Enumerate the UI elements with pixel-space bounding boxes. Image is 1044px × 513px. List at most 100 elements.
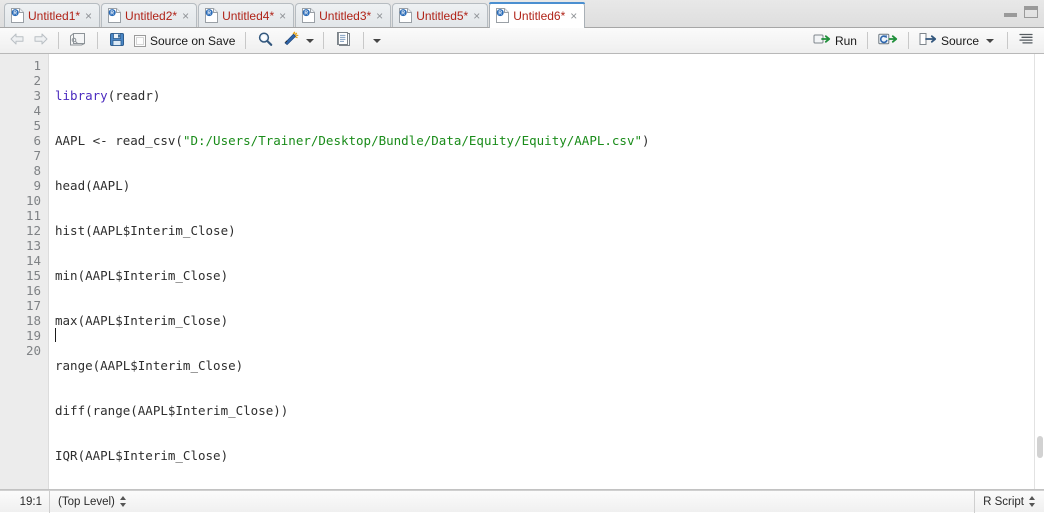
source-on-save-checkbox[interactable]	[134, 34, 146, 47]
editor-tab-bar: R Untitled1* × R Untitled2* × R Untitled…	[0, 0, 1044, 28]
line-number: 15	[25, 268, 41, 283]
scope-up-down-icon[interactable]	[119, 496, 127, 507]
editor-tab-close-icon[interactable]: ×	[376, 10, 383, 22]
document-outline-icon[interactable]	[1014, 32, 1038, 49]
r-script-file-icon: R	[11, 8, 24, 23]
line-number: 16	[25, 283, 41, 298]
svg-text:R: R	[402, 11, 406, 17]
rstudio-source-pane: R Untitled1* × R Untitled2* × R Untitled…	[0, 0, 1044, 513]
code-line-1: library(readr)	[55, 88, 1044, 103]
code-line-4: hist(AAPL$Interim_Close)	[55, 223, 236, 238]
editor-tab-label: Untitled1*	[28, 8, 81, 23]
code-line-6: max(AAPL$Interim_Close)	[55, 313, 229, 328]
source-on-save-label: Source on Save	[150, 33, 236, 48]
code-tools-chevron-down-icon[interactable]	[306, 38, 315, 43]
svg-text:R: R	[499, 11, 503, 17]
line-number: 17	[25, 298, 41, 313]
toolbar-separator	[58, 32, 59, 49]
code-keyword: library	[55, 88, 108, 103]
editor-tab-label: Untitled2*	[125, 8, 178, 23]
source-icon	[919, 32, 937, 49]
toolbar-separator	[866, 32, 868, 49]
svg-text:R: R	[305, 11, 309, 17]
line-number: 13	[25, 238, 41, 253]
code-text-area[interactable]: library(readr) AAPL <- read_csv("D:/User…	[49, 54, 1044, 489]
svg-text:R: R	[207, 11, 211, 17]
code-text: (readr)	[107, 88, 161, 103]
r-script-file-icon: R	[302, 8, 316, 23]
line-number: 7	[33, 148, 41, 163]
r-script-file-icon: R	[399, 8, 413, 23]
code-string: "D:/Users/Trainer/Desktop/Bundle/Data/Eq…	[182, 133, 643, 148]
editor-tab-untitled6[interactable]: R Untitled6* ×	[489, 2, 586, 28]
editor-tab-label: Untitled6*	[513, 8, 566, 23]
r-script-file-icon: R	[496, 8, 510, 23]
toolbar-overflow-chevron-down-icon[interactable]	[373, 38, 382, 43]
file-type-selector[interactable]: R Script	[974, 490, 1044, 513]
line-number: 12	[25, 223, 41, 238]
navigation-group	[6, 32, 52, 49]
editor-tab-close-icon[interactable]: ×	[570, 10, 577, 22]
run-button[interactable]: Run	[809, 31, 861, 51]
scrollbar-thumb[interactable]	[1037, 436, 1043, 458]
code-text: AAPL <- read_csv(	[55, 133, 183, 148]
minimize-pane-icon[interactable]	[1004, 8, 1017, 17]
line-number: 5	[33, 118, 41, 133]
file-type-up-down-icon[interactable]	[1029, 496, 1036, 507]
code-scope-selector[interactable]: (Top Level)	[49, 490, 135, 513]
line-number: 1	[33, 58, 41, 73]
toolbar-separator	[245, 32, 247, 49]
line-number: 3	[33, 88, 41, 103]
source-chevron-down-icon[interactable]	[986, 38, 994, 43]
show-in-new-window-icon[interactable]	[65, 31, 91, 50]
scope-label: (Top Level)	[58, 495, 115, 508]
code-line-7: range(AAPL$Interim_Close)	[55, 358, 244, 373]
cursor-position-indicator: 19:1	[19, 495, 42, 508]
toolbar-separator	[1007, 32, 1008, 49]
line-number: 20	[25, 343, 41, 358]
line-number-gutter: 1 2 3 4 5 6 7 8 9 10 11 12 13 14 15 16 1…	[0, 54, 49, 489]
editor-tab-untitled5[interactable]: R Untitled5* ×	[392, 3, 489, 27]
editor-tab-close-icon[interactable]: ×	[182, 10, 189, 22]
code-line-5: min(AAPL$Interim_Close)	[55, 268, 229, 283]
source-label: Source	[940, 33, 979, 48]
code-line-2: AAPL <- read_csv("D:/Users/Trainer/Deskt…	[55, 133, 1044, 148]
back-arrow-icon[interactable]	[6, 32, 29, 49]
line-number: 14	[25, 253, 41, 268]
editor-tab-label: Untitled3*	[319, 8, 372, 23]
code-editor[interactable]: 1 2 3 4 5 6 7 8 9 10 11 12 13 14 15 16 1…	[0, 54, 1044, 490]
save-icon[interactable]	[104, 31, 130, 50]
text-cursor	[55, 328, 56, 342]
editor-tab-untitled4[interactable]: R Untitled4* ×	[198, 3, 295, 27]
editor-tab-untitled1[interactable]: R Untitled1* ×	[4, 3, 101, 27]
code-line-8: diff(range(AAPL$Interim_Close))	[55, 403, 289, 418]
source-on-save-toggle[interactable]: Source on Save	[130, 31, 239, 51]
editor-tab-close-icon[interactable]: ×	[85, 10, 92, 22]
rerun-previous-code-icon[interactable]	[874, 32, 902, 49]
svg-text:R: R	[110, 11, 114, 17]
file-type-label: R Script	[983, 495, 1024, 508]
toolbar-separator	[363, 32, 365, 49]
code-text: )	[642, 133, 650, 148]
forward-arrow-icon[interactable]	[29, 32, 52, 49]
editor-vertical-scrollbar[interactable]	[1034, 54, 1044, 489]
editor-tab-untitled2[interactable]: R Untitled2* ×	[101, 3, 198, 27]
line-number: 4	[33, 103, 41, 118]
editor-tab-close-icon[interactable]: ×	[279, 10, 286, 22]
editor-tab-untitled3[interactable]: R Untitled3* ×	[295, 3, 392, 27]
line-number: 18	[25, 313, 41, 328]
notebook-icon[interactable]	[330, 31, 357, 50]
magic-wand-icon[interactable]	[279, 31, 303, 50]
editor-tab-close-icon[interactable]: ×	[473, 10, 480, 22]
toolbar-separator	[97, 32, 98, 49]
source-button[interactable]: Source	[915, 31, 1001, 51]
maximize-pane-icon[interactable]	[1024, 6, 1038, 18]
run-icon	[813, 32, 831, 49]
line-number: 8	[33, 163, 41, 178]
code-line-3: head(AAPL)	[55, 178, 131, 193]
line-number: 9	[33, 178, 41, 193]
r-script-file-icon: R	[205, 8, 219, 23]
run-label: Run	[834, 33, 857, 48]
magnifier-icon[interactable]	[252, 31, 279, 50]
toolbar-separator	[323, 32, 325, 49]
